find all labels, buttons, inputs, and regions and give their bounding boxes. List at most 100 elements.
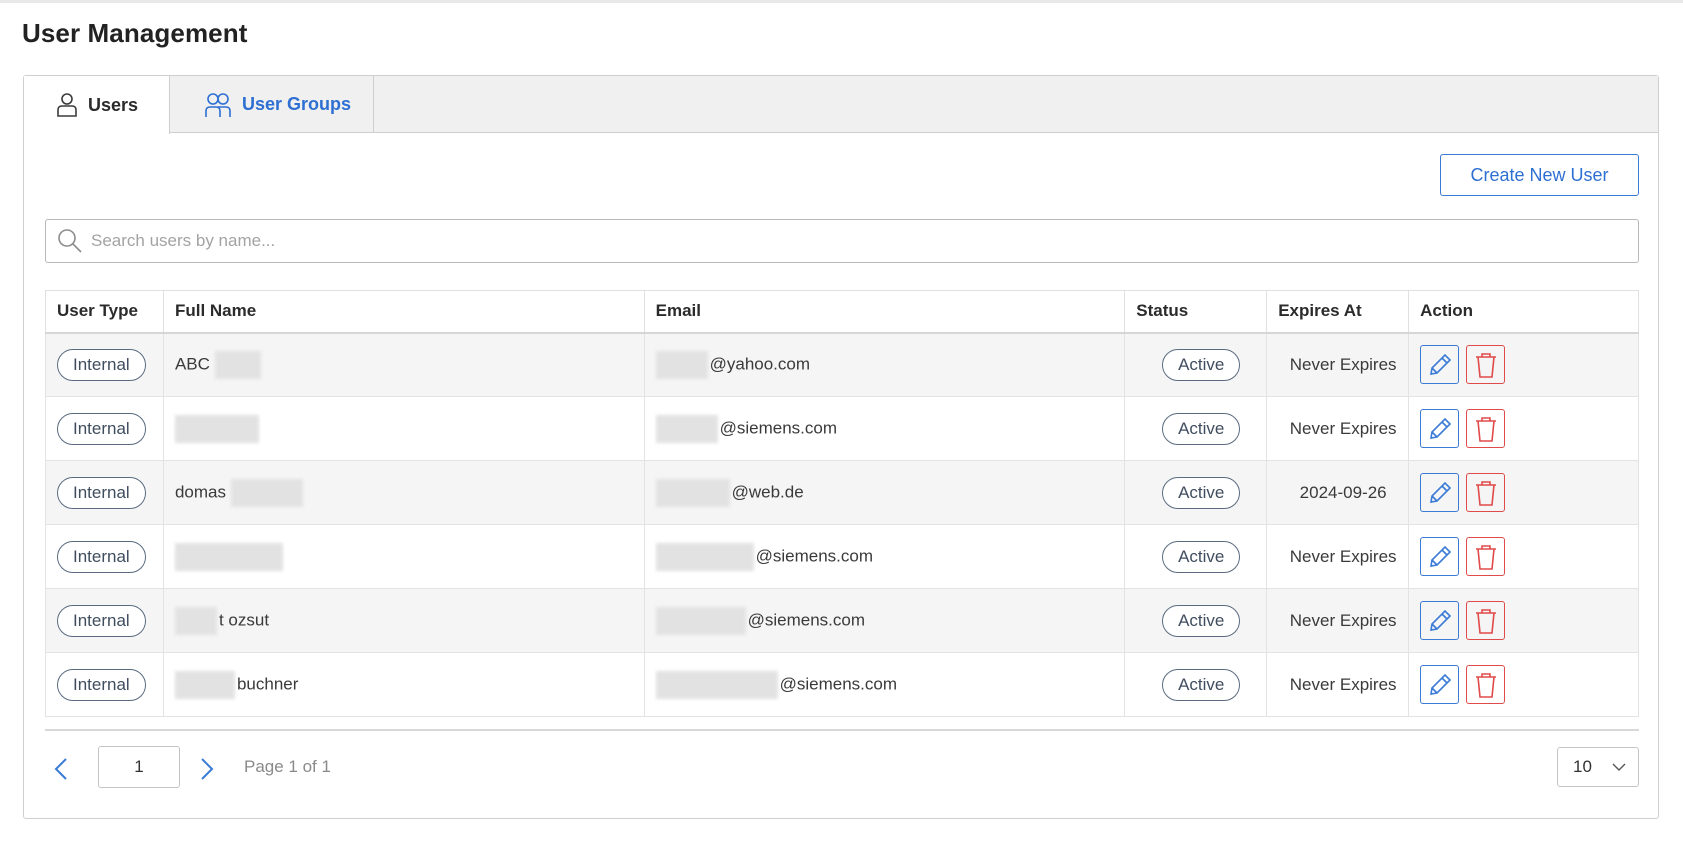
pencil-icon: [1429, 353, 1451, 375]
column-header-action: Action: [1408, 290, 1639, 334]
chevron-down-icon: [1612, 762, 1626, 772]
full-name-cell: ABC: [162, 332, 645, 397]
user-type-cell: Internal: [45, 652, 164, 717]
action-cell: [1408, 524, 1639, 589]
redacted-name: [174, 542, 283, 571]
action-cell: [1408, 588, 1639, 653]
table-row[interactable]: Internal buchner @siemens.com Active Nev…: [45, 652, 1639, 717]
redacted-name: [230, 478, 303, 507]
trash-icon: [1475, 608, 1496, 634]
action-cell: [1408, 396, 1639, 461]
delete-button[interactable]: [1466, 409, 1506, 448]
email-cell: @siemens.com: [643, 652, 1126, 717]
table-row[interactable]: Internal @siemens.com Active Never Expir…: [45, 524, 1639, 589]
status-cell: Active: [1124, 652, 1268, 717]
column-header-user-type[interactable]: User Type: [45, 290, 164, 334]
delete-button[interactable]: [1466, 537, 1506, 576]
action-cell: [1408, 332, 1639, 397]
full-name-cell: t ozsut: [162, 588, 645, 653]
expires-cell: 2024-09-26: [1266, 460, 1410, 525]
tab-users[interactable]: Users: [24, 76, 170, 134]
redacted-name: [174, 670, 235, 699]
edit-button[interactable]: [1420, 665, 1460, 704]
delete-button[interactable]: [1466, 665, 1506, 704]
delete-button[interactable]: [1466, 601, 1506, 640]
status-badge: Active: [1162, 348, 1241, 381]
edit-button[interactable]: [1420, 345, 1460, 385]
table-header-row: User Type Full Name Email Status Expires…: [45, 290, 1639, 334]
pencil-icon: [1429, 545, 1451, 567]
expires-cell: Never Expires: [1266, 396, 1410, 461]
user-type-badge: Internal: [57, 476, 146, 509]
page-number-input[interactable]: [98, 746, 180, 788]
pagination-divider: [45, 729, 1639, 731]
tab-user-groups-label: User Groups: [242, 94, 352, 114]
table-row[interactable]: Internal t ozsut @siemens.com Active Nev…: [45, 588, 1639, 653]
column-header-email[interactable]: Email: [643, 290, 1126, 334]
user-type-cell: Internal: [45, 460, 164, 525]
users-group-icon: [204, 92, 232, 118]
table-row[interactable]: Internal domas @web.de Active 2024-09-26: [45, 460, 1639, 525]
delete-button[interactable]: [1466, 473, 1506, 512]
user-type-badge: Internal: [57, 668, 146, 701]
page-size-select[interactable]: 10: [1557, 747, 1639, 787]
pencil-icon: [1429, 417, 1451, 439]
status-cell: Active: [1124, 396, 1268, 461]
email-text: @siemens.com: [779, 673, 898, 693]
tab-user-groups[interactable]: User Groups: [170, 76, 374, 133]
status-badge: Active: [1162, 476, 1241, 509]
table-row[interactable]: Internal @siemens.com Active Never Expir…: [45, 396, 1639, 461]
search-icon: [57, 228, 83, 254]
full-name-text: t ozsut: [218, 609, 270, 629]
user-type-badge: Internal: [57, 412, 146, 445]
search-box: [45, 219, 1639, 263]
redacted-name: [174, 606, 217, 635]
email-text: @siemens.com: [755, 545, 874, 565]
redacted-email: [655, 542, 754, 571]
user-type-cell: Internal: [45, 588, 164, 653]
delete-button[interactable]: [1466, 345, 1506, 385]
tab-bar: Users User Groups: [24, 76, 1658, 134]
user-type-badge: Internal: [57, 348, 146, 381]
search-input[interactable]: [91, 231, 1591, 251]
expires-cell: Never Expires: [1266, 524, 1410, 589]
chevron-left-icon: [54, 758, 67, 780]
pencil-icon: [1429, 481, 1451, 503]
redacted-email: [655, 670, 778, 699]
edit-button[interactable]: [1420, 537, 1460, 576]
redacted-email: [655, 414, 718, 443]
column-header-expires-at[interactable]: Expires At: [1266, 290, 1410, 334]
next-page-button[interactable]: [200, 757, 214, 781]
email-cell: @siemens.com: [643, 588, 1126, 653]
edit-button[interactable]: [1420, 601, 1460, 640]
table-row[interactable]: Internal ABC @yahoo.com Active Never Exp…: [45, 332, 1639, 397]
full-name-cell: [162, 396, 645, 461]
user-type-badge: Internal: [57, 604, 146, 637]
redacted-email: [655, 606, 746, 635]
email-text: @yahoo.com: [709, 354, 811, 374]
page-size-value: 10: [1573, 757, 1592, 776]
email-cell: @web.de: [643, 460, 1126, 525]
expires-cell: Never Expires: [1266, 588, 1410, 653]
status-cell: Active: [1124, 332, 1268, 397]
user-icon: [56, 92, 78, 118]
email-text: @web.de: [731, 481, 804, 501]
status-badge: Active: [1162, 604, 1241, 637]
column-header-status[interactable]: Status: [1124, 290, 1268, 334]
status-cell: Active: [1124, 460, 1268, 525]
action-cell: [1408, 652, 1639, 717]
edit-button[interactable]: [1420, 409, 1460, 448]
edit-button[interactable]: [1420, 473, 1460, 512]
email-cell: @yahoo.com: [643, 332, 1126, 397]
trash-icon: [1475, 480, 1496, 506]
user-management-panel: Users User Groups Create New User Search…: [23, 75, 1659, 819]
users-table: User Type Full Name Email Status Expires…: [45, 290, 1639, 717]
column-header-full-name[interactable]: Full Name: [162, 290, 645, 334]
status-badge: Active: [1162, 668, 1241, 701]
create-new-user-button[interactable]: Create New User: [1440, 154, 1639, 196]
trash-icon: [1475, 672, 1496, 698]
user-type-cell: Internal: [45, 396, 164, 461]
page-title: User Management: [22, 18, 248, 48]
user-type-cell: Internal: [45, 332, 164, 397]
previous-page-button[interactable]: [54, 757, 68, 781]
